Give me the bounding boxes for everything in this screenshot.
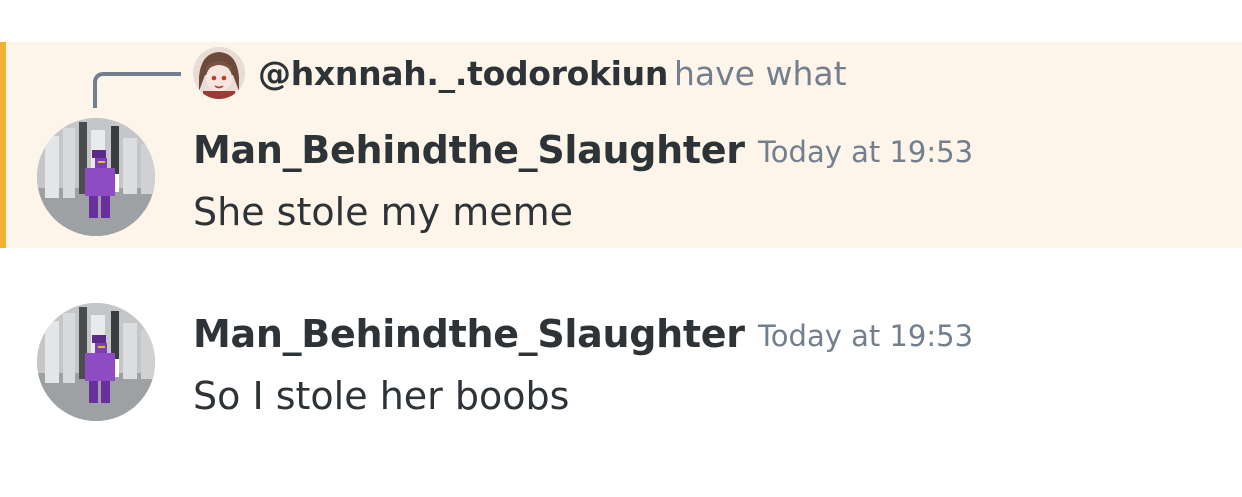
user-avatar[interactable] xyxy=(37,118,155,236)
timestamp: Today at 19:53 xyxy=(758,319,974,353)
username[interactable]: Man_Behindthe_Slaughter xyxy=(193,128,745,172)
message-content: She stole my meme xyxy=(193,190,573,234)
timestamp: Today at 19:53 xyxy=(758,135,974,169)
reply-avatar[interactable] xyxy=(193,47,245,99)
message[interactable]: Man_Behindthe_Slaughter Today at 19:53 S… xyxy=(0,290,1242,440)
reply-connector xyxy=(93,72,181,108)
reply-mention[interactable]: @hxnnah._.todorokiun xyxy=(258,54,668,93)
username[interactable]: Man_Behindthe_Slaughter xyxy=(193,312,745,356)
user-avatar[interactable] xyxy=(37,303,155,421)
message-highlighted[interactable]: @hxnnah._.todorokiun have what Man_Behin… xyxy=(0,42,1242,248)
message-content: So I stole her boobs xyxy=(193,374,570,418)
reply-preview-text[interactable]: have what xyxy=(674,54,847,93)
